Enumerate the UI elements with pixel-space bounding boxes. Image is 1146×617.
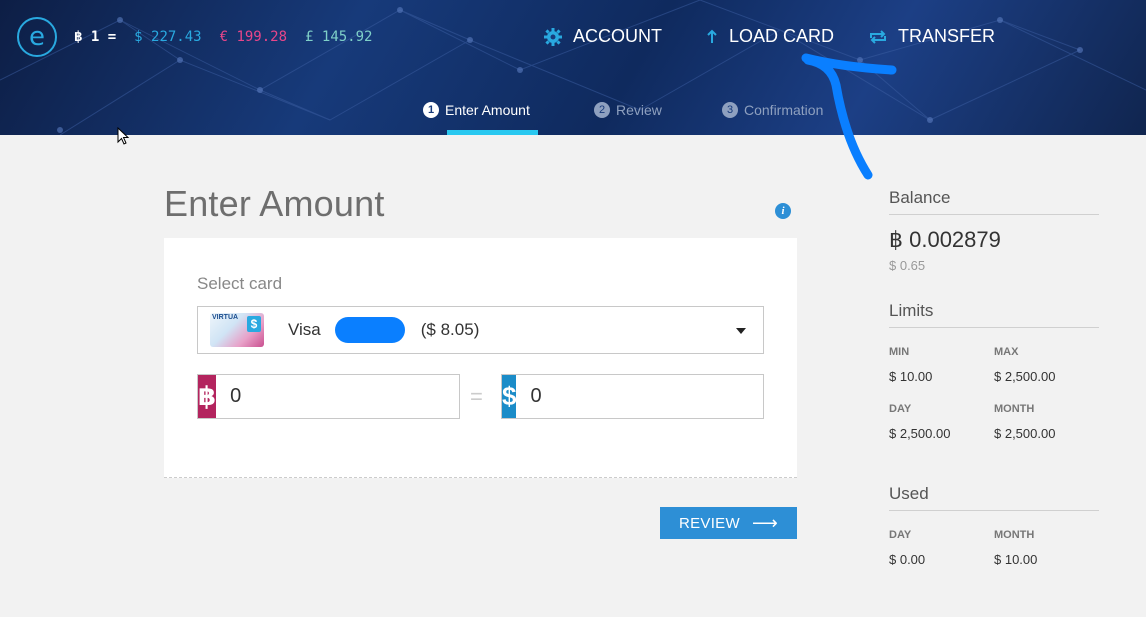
exchange-rates: ฿ 1 = $ 227.43 € 199.28 £ 145.92 bbox=[74, 29, 372, 45]
chevron-down-icon bbox=[736, 328, 746, 334]
limit-max-label: MAX bbox=[994, 346, 1019, 358]
rate-gbp: £ 145.92 bbox=[305, 29, 373, 45]
arrow-up-icon bbox=[705, 29, 719, 45]
header-bar: e ฿ 1 = $ 227.43 € 199.28 £ 145.92 ACCOU… bbox=[0, 0, 1146, 135]
step-label: Enter Amount bbox=[445, 102, 530, 118]
limits-title: Limits bbox=[889, 301, 1099, 328]
amount-form-panel: Select card VIRTUA $ Visa ($ 8.05) ฿ = $ bbox=[164, 238, 797, 478]
nav-account-label: ACCOUNT bbox=[573, 26, 662, 46]
select-card-label: Select card bbox=[197, 274, 283, 293]
used-section: Used bbox=[889, 484, 1099, 511]
step-number: 3 bbox=[722, 102, 738, 118]
arrow-right-icon: ⟶ bbox=[751, 512, 779, 533]
rate-eur: € 199.28 bbox=[219, 29, 288, 45]
step-progress: 1 Enter Amount 2 Review 3 Confirmation bbox=[0, 100, 1146, 135]
amount-row: ฿ = $ bbox=[197, 374, 796, 419]
info-icon[interactable]: i bbox=[775, 203, 791, 219]
balance-section: Balance bbox=[889, 188, 1099, 215]
balance-btc: ฿ 0.002879 bbox=[889, 227, 1001, 252]
repeat-icon bbox=[868, 29, 888, 45]
step-review[interactable]: 2 Review bbox=[594, 100, 662, 120]
limit-day-label: DAY bbox=[889, 403, 912, 415]
step-label: Review bbox=[616, 102, 662, 118]
limit-min-value: $ 10.00 bbox=[889, 369, 933, 384]
used-day-label: DAY bbox=[889, 529, 912, 541]
card-select-dropdown[interactable]: VIRTUA $ Visa ($ 8.05) bbox=[197, 306, 764, 354]
nav-transfer[interactable]: TRANSFER bbox=[868, 26, 995, 47]
nav-load-card[interactable]: LOAD CARD bbox=[705, 26, 834, 47]
btc-amount-group: ฿ bbox=[197, 374, 496, 419]
limit-max-value: $ 2,500.00 bbox=[994, 369, 1056, 384]
used-day-value: $ 0.00 bbox=[889, 552, 926, 567]
used-month-value: $ 10.00 bbox=[994, 552, 1038, 567]
gear-icon bbox=[543, 27, 563, 47]
balance-title: Balance bbox=[889, 188, 1099, 215]
step-enter-amount[interactable]: 1 Enter Amount bbox=[423, 100, 530, 120]
step-number: 2 bbox=[594, 102, 610, 118]
rate-usd: $ 227.43 bbox=[134, 29, 202, 45]
step-confirmation[interactable]: 3 Confirmation bbox=[722, 100, 823, 120]
limits-section: Limits bbox=[889, 301, 1099, 328]
page-title: Enter Amount bbox=[164, 183, 385, 224]
step-number: 1 bbox=[423, 102, 439, 118]
card-brand-text: VIRTUA bbox=[212, 314, 239, 321]
limit-min-label: MIN bbox=[889, 346, 910, 358]
btc-amount-input[interactable] bbox=[216, 375, 496, 418]
usd-amount-input[interactable] bbox=[516, 375, 796, 418]
limit-month-label: MONTH bbox=[994, 403, 1035, 415]
rate-btc: ฿ 1 = bbox=[74, 29, 117, 45]
step-label: Confirmation bbox=[744, 102, 824, 118]
nav-load-card-label: LOAD CARD bbox=[729, 26, 835, 46]
limit-month-value: $ 2,500.00 bbox=[994, 426, 1056, 441]
dollar-icon: $ bbox=[502, 375, 517, 418]
balance-usd: $ 0.65 bbox=[889, 258, 926, 273]
mouse-cursor-icon bbox=[117, 127, 130, 145]
bitcoin-icon: ฿ bbox=[198, 375, 217, 418]
review-button[interactable]: REVIEW ⟶ bbox=[660, 507, 797, 539]
card-name: Visa bbox=[288, 320, 321, 339]
limit-day-value: $ 2,500.00 bbox=[889, 426, 951, 441]
equals-sign: = bbox=[470, 384, 483, 409]
logo-glyph: e bbox=[29, 22, 45, 52]
card-thumbnail: VIRTUA $ bbox=[210, 313, 264, 347]
used-month-label: MONTH bbox=[994, 529, 1035, 541]
nav-account[interactable]: ACCOUNT bbox=[543, 26, 662, 47]
nav-transfer-label: TRANSFER bbox=[898, 26, 996, 46]
usd-amount-group: $ bbox=[501, 374, 796, 419]
redaction-mark bbox=[334, 317, 405, 343]
review-button-label: REVIEW bbox=[678, 514, 740, 532]
used-title: Used bbox=[889, 484, 1099, 511]
card-balance: ($ 8.05) bbox=[420, 320, 480, 339]
active-step-indicator bbox=[447, 130, 538, 135]
app-logo[interactable]: e bbox=[17, 17, 57, 57]
card-dollar-glyph: $ bbox=[247, 316, 261, 332]
